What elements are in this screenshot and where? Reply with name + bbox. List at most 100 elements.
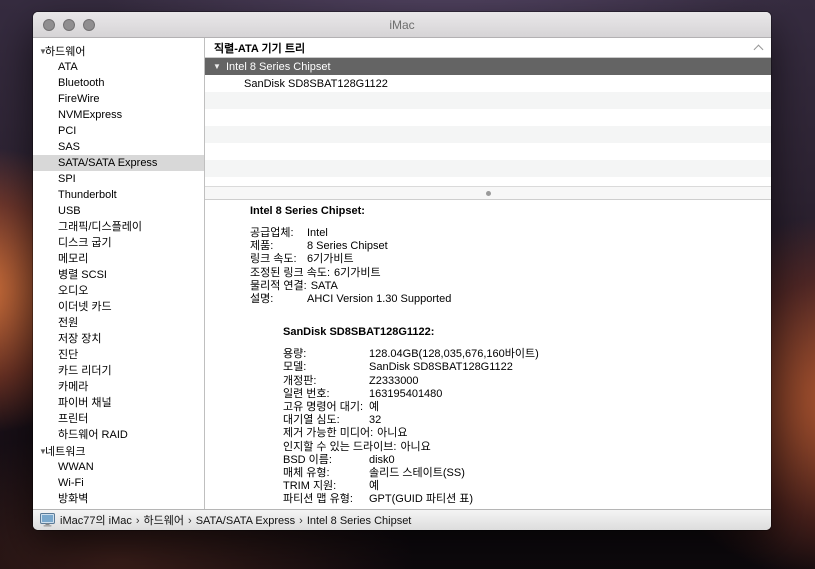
device-tree-row-label: Intel 8 Series Chipset — [226, 61, 331, 73]
detail-row: 인지할 수 있는 드라이브:아니요 — [283, 441, 771, 454]
detail-section: Intel 8 Series Chipset:공급업체:Intel제품:8 Se… — [250, 204, 771, 306]
path-item[interactable]: SATA/SATA Express — [196, 515, 295, 527]
detail-section: SanDisk SD8SBAT128G1122:용량:128.04GB(128,… — [250, 325, 771, 506]
sidebar-item[interactable]: Bluetooth — [33, 75, 204, 91]
detail-value: Intel — [307, 227, 328, 240]
splitter-handle[interactable] — [205, 186, 771, 200]
sidebar-item[interactable]: SPI — [33, 171, 204, 187]
detail-value: Z2333000 — [369, 375, 419, 388]
detail-label: 매체 유형: — [283, 467, 365, 480]
detail-value: 6기가비트 — [307, 253, 354, 266]
detail-row: 설명: AHCI Version 1.30 Supported — [250, 293, 771, 306]
detail-row: 개정판: Z2333000 — [283, 375, 771, 388]
detail-value: SATA — [311, 280, 338, 293]
detail-row: 대기열 심도: 32 — [283, 414, 771, 427]
device-tree-row-label: SanDisk SD8SBAT128G1122 — [244, 78, 388, 90]
sort-direction-icon[interactable] — [754, 44, 764, 54]
detail-value: 32 — [369, 414, 381, 427]
sidebar-item[interactable]: 프린터 — [33, 411, 204, 427]
detail-row: 일련 번호:163195401480 — [283, 388, 771, 401]
sidebar-item[interactable]: 진단 — [33, 347, 204, 363]
sidebar-item[interactable]: 전원 — [33, 315, 204, 331]
sidebar-item[interactable]: 카메라 — [33, 379, 204, 395]
sidebar-item[interactable]: 이더넷 카드 — [33, 299, 204, 315]
detail-value: 아니요 — [377, 427, 407, 440]
sidebar-item[interactable]: ATA — [33, 59, 204, 75]
minimize-button[interactable] — [63, 19, 75, 31]
detail-row: 용량: 128.04GB(128,035,676,160바이트) — [283, 348, 771, 361]
detail-value: 128.04GB(128,035,676,160바이트) — [369, 348, 539, 361]
detail-label: 용량: — [283, 348, 365, 361]
path-item[interactable]: 하드웨어 — [144, 515, 184, 527]
sidebar-item[interactable]: 오디오 — [33, 283, 204, 299]
breadcrumb-separator: › — [299, 515, 303, 527]
path-item[interactable]: Intel 8 Series Chipset — [307, 515, 412, 527]
sidebar-item[interactable]: 메모리 — [33, 251, 204, 267]
detail-row: 링크 속도:6기가비트 — [250, 253, 771, 266]
sidebar-item[interactable]: USB — [33, 203, 204, 219]
detail-value: disk0 — [369, 454, 395, 467]
detail-row: 공급업체: Intel — [250, 227, 771, 240]
traffic-lights — [43, 12, 95, 37]
detail-value: 예 — [369, 401, 379, 414]
detail-label: 일련 번호: — [283, 388, 365, 401]
sidebar-item[interactable]: NVMExpress — [33, 107, 204, 123]
desktop-wallpaper: iMac ▼하드웨어ATABluetoothFireWireNVMExpress… — [0, 0, 815, 569]
detail-row: 파티션 맵 유형:GPT(GUID 파티션 표) — [283, 493, 771, 506]
detail-value: SanDisk SD8SBAT128G1122 — [369, 361, 513, 374]
computer-icon — [40, 513, 55, 527]
sidebar-item[interactable]: WWAN — [33, 459, 204, 475]
detail-label: 공급업체: — [250, 227, 303, 240]
detail-value: AHCI Version 1.30 Supported — [307, 293, 451, 306]
close-button[interactable] — [43, 19, 55, 31]
detail-row: 제품:8 Series Chipset — [250, 240, 771, 253]
detail-row: 조정된 링크 속도: 6기가비트 — [250, 267, 771, 280]
disclosure-triangle-icon[interactable]: ▼ — [213, 62, 226, 71]
detail-value: 예 — [369, 480, 379, 493]
sidebar-item[interactable]: FireWire — [33, 91, 204, 107]
splitter-dot-icon — [486, 191, 491, 196]
sidebar-item[interactable]: 디스크 굽기 — [33, 235, 204, 251]
sidebar-item[interactable]: 저장 장치 — [33, 331, 204, 347]
sidebar-item[interactable]: Wi-Fi — [33, 475, 204, 491]
sidebar-item[interactable]: SATA/SATA Express — [33, 155, 204, 171]
path-bar: iMac77의 iMac›하드웨어›SATA/SATA Express›Inte… — [33, 509, 771, 530]
sidebar-section-header[interactable]: ▼네트워크 — [33, 443, 204, 459]
path-item[interactable]: iMac77의 iMac — [60, 515, 132, 527]
breadcrumb: iMac77의 iMac›하드웨어›SATA/SATA Express›Inte… — [60, 512, 411, 528]
window-title: iMac — [389, 18, 414, 32]
detail-value: 6기가비트 — [334, 267, 381, 280]
disclosure-triangle-icon[interactable]: ▼ — [33, 47, 45, 56]
disclosure-triangle-icon[interactable]: ▼ — [33, 447, 45, 456]
detail-row: 제거 가능한 미디어:아니요 — [283, 427, 771, 440]
detail-row: 물리적 연결:SATA — [250, 280, 771, 293]
detail-row: TRIM 지원: 예 — [283, 480, 771, 493]
device-tree-header[interactable]: 직렬-ATA 기기 트리 — [205, 38, 771, 58]
titlebar[interactable]: iMac — [33, 12, 771, 38]
sidebar-item[interactable]: 방화벽 — [33, 491, 204, 507]
sidebar-item[interactable]: 병렬 SCSI — [33, 267, 204, 283]
detail-label: 대기열 심도: — [283, 414, 365, 427]
detail-label: 조정된 링크 속도: — [250, 267, 330, 280]
detail-row: 모델:SanDisk SD8SBAT128G1122 — [283, 361, 771, 374]
sidebar-item[interactable]: 카드 리더기 — [33, 363, 204, 379]
breadcrumb-separator: › — [136, 515, 140, 527]
zoom-button[interactable] — [83, 19, 95, 31]
detail-row: BSD 이름: disk0 — [283, 454, 771, 467]
sidebar-item[interactable]: 그래픽/디스플레이 — [33, 219, 204, 235]
device-tree-row[interactable]: SanDisk SD8SBAT128G1122 — [205, 75, 771, 92]
sidebar-item[interactable]: SAS — [33, 139, 204, 155]
device-tree-row[interactable]: ▼Intel 8 Series Chipset — [205, 58, 771, 75]
device-tree: ▼Intel 8 Series Chipset SanDisk SD8SBAT12… — [205, 58, 771, 186]
detail-label: 개정판: — [283, 375, 365, 388]
detail-label: BSD 이름: — [283, 454, 365, 467]
detail-label: 고유 명령어 대기: — [283, 401, 365, 414]
detail-label: TRIM 지원: — [283, 480, 365, 493]
detail-label: 설명: — [250, 293, 303, 306]
sidebar-item[interactable]: 하드웨어 RAID — [33, 427, 204, 443]
sidebar-item[interactable]: PCI — [33, 123, 204, 139]
sidebar-section-header[interactable]: ▼하드웨어 — [33, 43, 204, 59]
sidebar-item[interactable]: 파이버 채널 — [33, 395, 204, 411]
sidebar-item[interactable]: Thunderbolt — [33, 187, 204, 203]
detail-value: 솔리드 스테이트(SS) — [369, 467, 465, 480]
